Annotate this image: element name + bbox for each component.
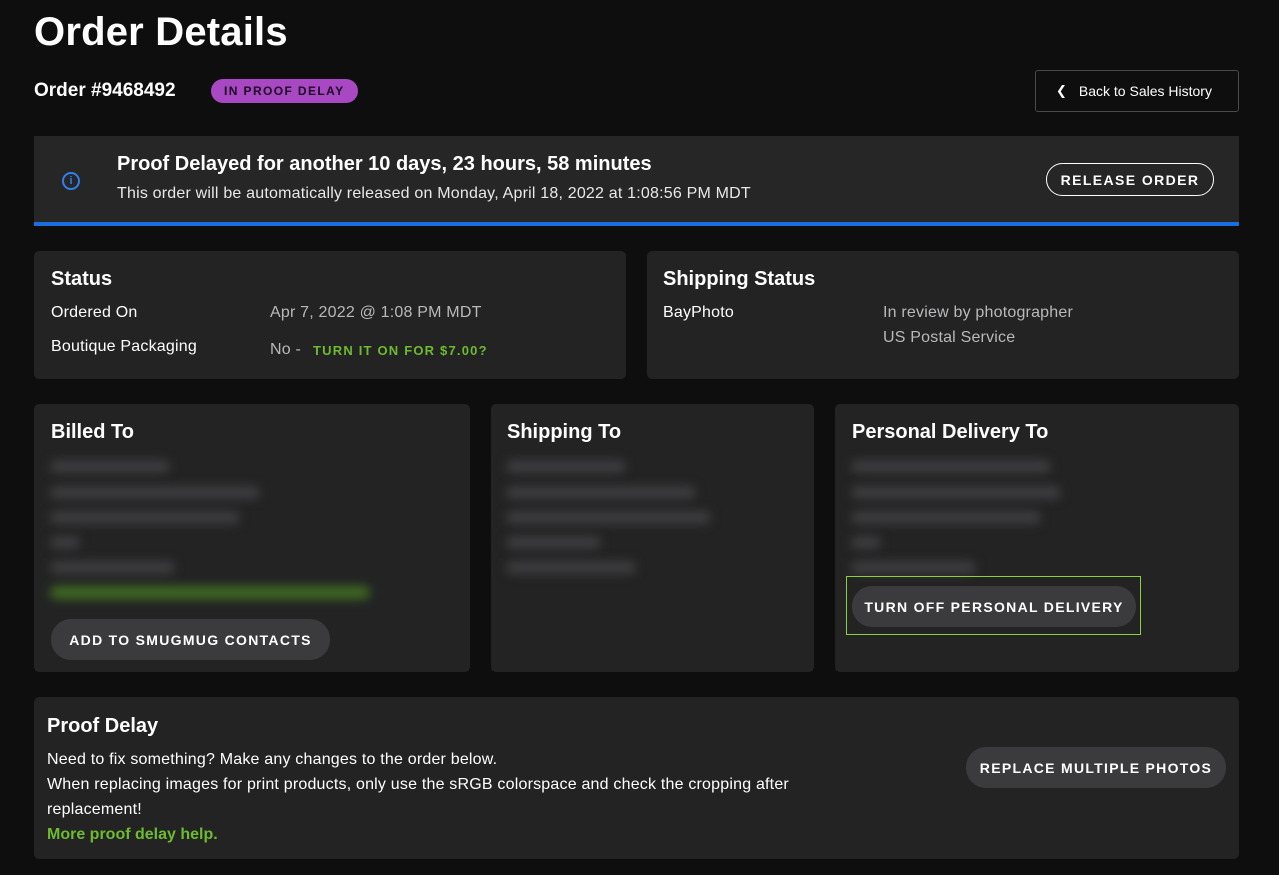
ordered-on-value: Apr 7, 2022 @ 1:08 PM MDT <box>270 304 482 321</box>
ordered-on-label: Ordered On <box>51 304 138 321</box>
turn-off-personal-delivery-button[interactable]: TURN OFF PERSONAL DELIVERY <box>852 586 1136 627</box>
redacted-shipping-line <box>506 561 636 574</box>
status-badge: IN PROOF DELAY <box>211 79 358 103</box>
redacted-delivery-line <box>851 511 1041 524</box>
page-title: Order Details <box>34 10 288 54</box>
boutique-packaging-upsell-link[interactable]: TURN IT ON FOR $7.00? <box>313 343 488 358</box>
redacted-shipping-line <box>506 536 601 549</box>
proof-delay-text-line-2: When replacing images for print products… <box>47 776 789 793</box>
redacted-billing-line <box>50 486 260 499</box>
shipping-review-status: In review by photographer <box>883 304 1073 321</box>
billed-to-title: Billed To <box>51 421 134 443</box>
add-to-smugmug-contacts-button[interactable]: ADD TO SMUGMUG CONTACTS <box>51 619 330 660</box>
redacted-shipping-line <box>506 486 696 499</box>
redacted-delivery-line <box>851 460 1051 473</box>
shipping-status-title: Shipping Status <box>663 268 816 290</box>
info-icon: i <box>62 172 80 190</box>
shipping-carrier: US Postal Service <box>883 329 1016 346</box>
redacted-billing-line <box>50 460 170 473</box>
back-to-sales-history-button[interactable]: ❮ Back to Sales History <box>1035 70 1239 112</box>
proof-delay-title: Proof Delay <box>47 715 159 737</box>
redacted-delivery-line <box>851 486 1061 499</box>
proof-delay-text-line-3: replacement! <box>47 801 142 818</box>
order-number: Order #9468492 <box>34 80 176 101</box>
personal-delivery-title: Personal Delivery To <box>852 421 1049 443</box>
back-button-label: Back to Sales History <box>1078 83 1212 99</box>
replace-multiple-photos-button[interactable]: REPLACE MULTIPLE PHOTOS <box>966 747 1226 788</box>
boutique-packaging-label: Boutique Packaging <box>51 338 197 355</box>
shipping-to-title: Shipping To <box>507 421 622 443</box>
proof-delay-text-line-1: Need to fix something? Make any changes … <box>47 751 498 768</box>
release-order-button[interactable]: RELEASE ORDER <box>1046 163 1214 196</box>
banner-subtitle: This order will be automatically release… <box>117 185 751 202</box>
status-card-title: Status <box>51 268 113 290</box>
shipping-lab-name: BayPhoto <box>663 304 734 321</box>
redacted-shipping-line <box>506 460 626 473</box>
banner-title: Proof Delayed for another 10 days, 23 ho… <box>117 153 652 175</box>
redacted-shipping-line <box>506 511 711 524</box>
redacted-billing-email <box>50 586 370 599</box>
redacted-billing-line <box>50 536 80 549</box>
redacted-delivery-line <box>851 561 976 574</box>
redacted-billing-line <box>50 561 175 574</box>
redacted-delivery-line <box>851 536 881 549</box>
chevron-left-icon: ❮ <box>1056 83 1067 98</box>
proof-delay-help-link[interactable]: More proof delay help. <box>47 826 218 844</box>
redacted-billing-line <box>50 511 240 524</box>
boutique-packaging-value: No - <box>270 341 302 358</box>
